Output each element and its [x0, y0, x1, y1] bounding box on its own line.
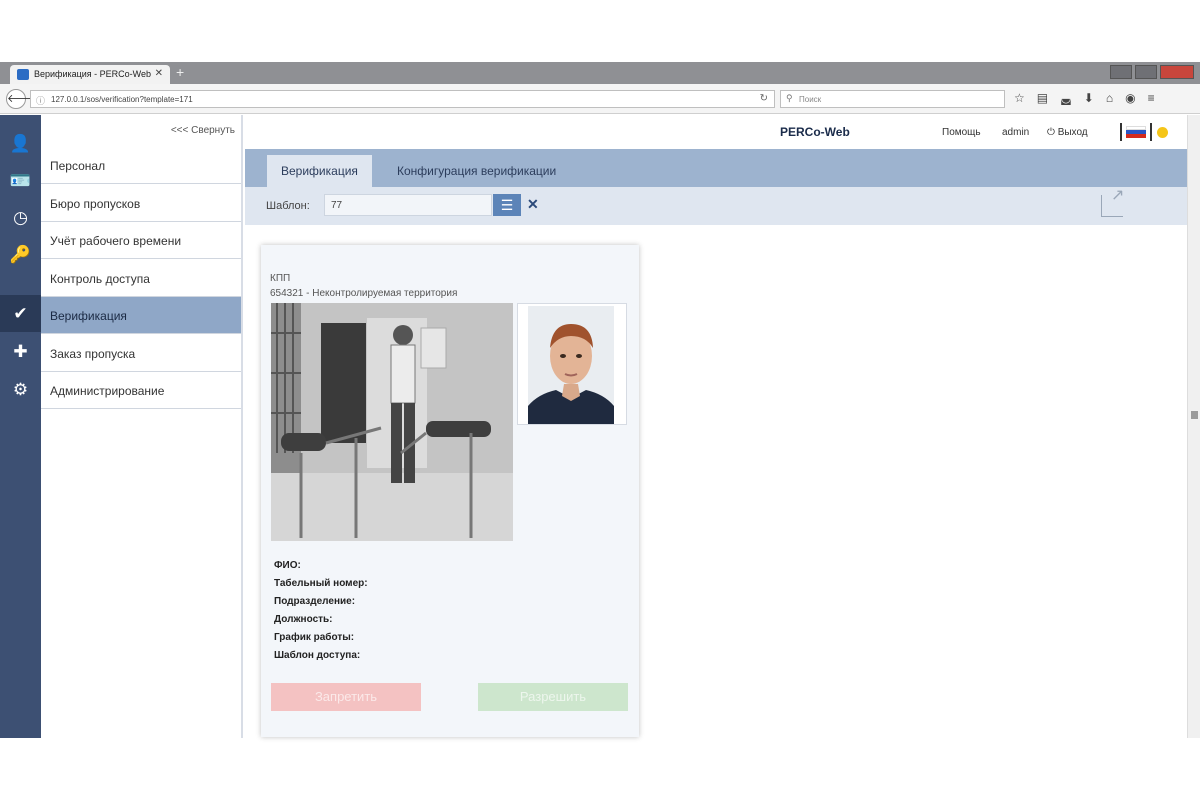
reference-photo	[528, 306, 614, 424]
browser-tab-strip: Верификация - PERCo-Web ✕ +	[0, 62, 1200, 84]
page-scrollbar[interactable]	[1187, 115, 1200, 738]
close-tab-icon[interactable]: ✕	[155, 68, 163, 79]
help-link[interactable]: Помощь	[942, 127, 981, 138]
user-name: admin	[1002, 127, 1030, 138]
browser-window: Верификация - PERCo-Web ✕ + 🡐 ⓘ 127.0.0.…	[0, 62, 1200, 738]
back-arrow-icon[interactable]: 🡐	[6, 89, 37, 109]
clipboard-icon[interactable]: ▤	[1037, 91, 1048, 105]
bookmark-star-icon[interactable]: ☆	[1014, 91, 1025, 105]
list-select-button[interactable]: ☰	[493, 194, 521, 216]
brand-title: PERCo-Web	[780, 125, 850, 139]
field-work-schedule: График работы:	[274, 632, 355, 643]
field-employee-number: Табельный номер:	[274, 578, 368, 589]
status-indicator	[1157, 127, 1168, 138]
tab-verification-config[interactable]: Конфигурация верификации	[383, 155, 570, 187]
collapse-sidebar-link[interactable]: <<< Свернуть	[171, 125, 235, 136]
icon-rail: 👤 🪪 ◷ 🔑 ✔ ✚ ⚙	[0, 115, 41, 738]
checkpoint-title: КПП	[270, 273, 291, 284]
russian-flag-icon[interactable]	[1120, 123, 1152, 141]
power-icon: ⏻	[1047, 127, 1058, 138]
sidebar-item-personnel[interactable]: Персонал	[41, 147, 241, 184]
sidebar-item-access-control[interactable]: Контроль доступа	[41, 260, 241, 297]
address-bar[interactable]: ⓘ 127.0.0.1/sos/verification?template=17…	[30, 90, 775, 108]
close-window-button[interactable]	[1160, 65, 1194, 79]
url-text: 127.0.0.1/sos/verification?template=171	[51, 95, 193, 104]
verification-content: КПП 654321 - Неконтролируемая территория	[245, 225, 1187, 738]
sidebar-item-administration[interactable]: Администрирование	[41, 372, 241, 409]
person-fields: ФИО: Табельный номер: Подразделение: Дол…	[274, 557, 368, 665]
sidebar-item-order-pass[interactable]: Заказ пропуска	[41, 335, 241, 372]
pocket-icon[interactable]: ◛	[1060, 91, 1072, 105]
perco-favicon-icon	[17, 69, 29, 80]
browser-tab[interactable]: Верификация - PERCo-Web ✕	[10, 65, 170, 84]
browser-navbar: 🡐 ⓘ 127.0.0.1/sos/verification?template=…	[0, 84, 1200, 114]
search-placeholder: Поиск	[799, 95, 822, 104]
sidebar-item-time-tracking[interactable]: Учёт рабочего времени	[41, 222, 241, 259]
camera-snapshot	[271, 303, 513, 541]
template-label: Шаблон:	[266, 200, 310, 212]
app-header: PERCo-Web Помощь admin ⏻ Выход	[245, 115, 1187, 149]
personnel-icon[interactable]: 👤	[0, 125, 41, 162]
gear-icon[interactable]: ⚙	[0, 371, 41, 408]
browser-toolbar: ☆ ▤ ◛ ⬇ ⌂ ◉ ≡	[1014, 91, 1155, 105]
allow-button[interactable]: Разрешить	[478, 683, 628, 711]
search-input[interactable]: ⚲ Поиск	[780, 90, 1005, 108]
sidebar-item-pass-office[interactable]: Бюро пропусков	[41, 185, 241, 222]
logout-label: Выход	[1057, 127, 1088, 138]
home-icon[interactable]: ⌂	[1106, 91, 1113, 105]
verification-card: КПП 654321 - Неконтролируемая территория	[261, 245, 639, 737]
order-pass-icon[interactable]: ✚	[0, 333, 41, 370]
logout-link[interactable]: ⏻ Выход	[1047, 127, 1088, 138]
time-tracking-icon[interactable]: ◷	[0, 199, 41, 236]
field-access-template: Шаблон доступа:	[274, 650, 361, 661]
reload-icon[interactable]: ↻	[760, 93, 768, 104]
key-icon[interactable]: 🔑	[0, 236, 41, 273]
scrollbar-thumb[interactable]	[1191, 411, 1198, 419]
section-tabs: Верификация Конфигурация верификации	[245, 149, 1187, 187]
minimize-button[interactable]	[1110, 65, 1132, 79]
info-icon[interactable]: ⓘ	[36, 94, 45, 107]
field-position: Должность:	[274, 614, 333, 625]
open-external-icon[interactable]	[1101, 185, 1124, 217]
clear-template-icon[interactable]: ✕	[527, 196, 539, 213]
window-controls	[1110, 65, 1194, 79]
field-fullname: ФИО:	[274, 560, 301, 571]
field-department: Подразделение:	[274, 596, 356, 607]
sync-icon[interactable]: ◉	[1125, 91, 1135, 105]
template-filter-bar: Шаблон: 77 ☰ ✕	[245, 185, 1187, 225]
search-icon: ⚲	[786, 93, 793, 103]
new-tab-button[interactable]: +	[176, 64, 184, 80]
perco-app: 👤 🪪 ◷ 🔑 ✔ ✚ ⚙ <<< Свернуть Персонал Бюро…	[0, 115, 1200, 738]
deny-button[interactable]: Запретить	[271, 683, 421, 711]
reference-photo-frame	[517, 303, 627, 425]
menu-icon[interactable]: ≡	[1148, 91, 1155, 105]
verification-icon[interactable]: ✔	[0, 295, 41, 332]
checkpoint-subtitle: 654321 - Неконтролируемая территория	[270, 288, 458, 299]
maximize-button[interactable]	[1135, 65, 1157, 79]
browser-tab-title: Верификация - PERCo-Web	[34, 69, 152, 79]
tab-verification[interactable]: Верификация	[267, 155, 372, 187]
pass-office-icon[interactable]: 🪪	[0, 162, 41, 199]
template-input[interactable]: 77	[324, 194, 492, 216]
sidebar-item-verification[interactable]: Верификация	[41, 297, 241, 334]
download-icon[interactable]: ⬇	[1084, 91, 1094, 105]
sidebar-menu: <<< Свернуть Персонал Бюро пропусков Учё…	[41, 115, 243, 738]
